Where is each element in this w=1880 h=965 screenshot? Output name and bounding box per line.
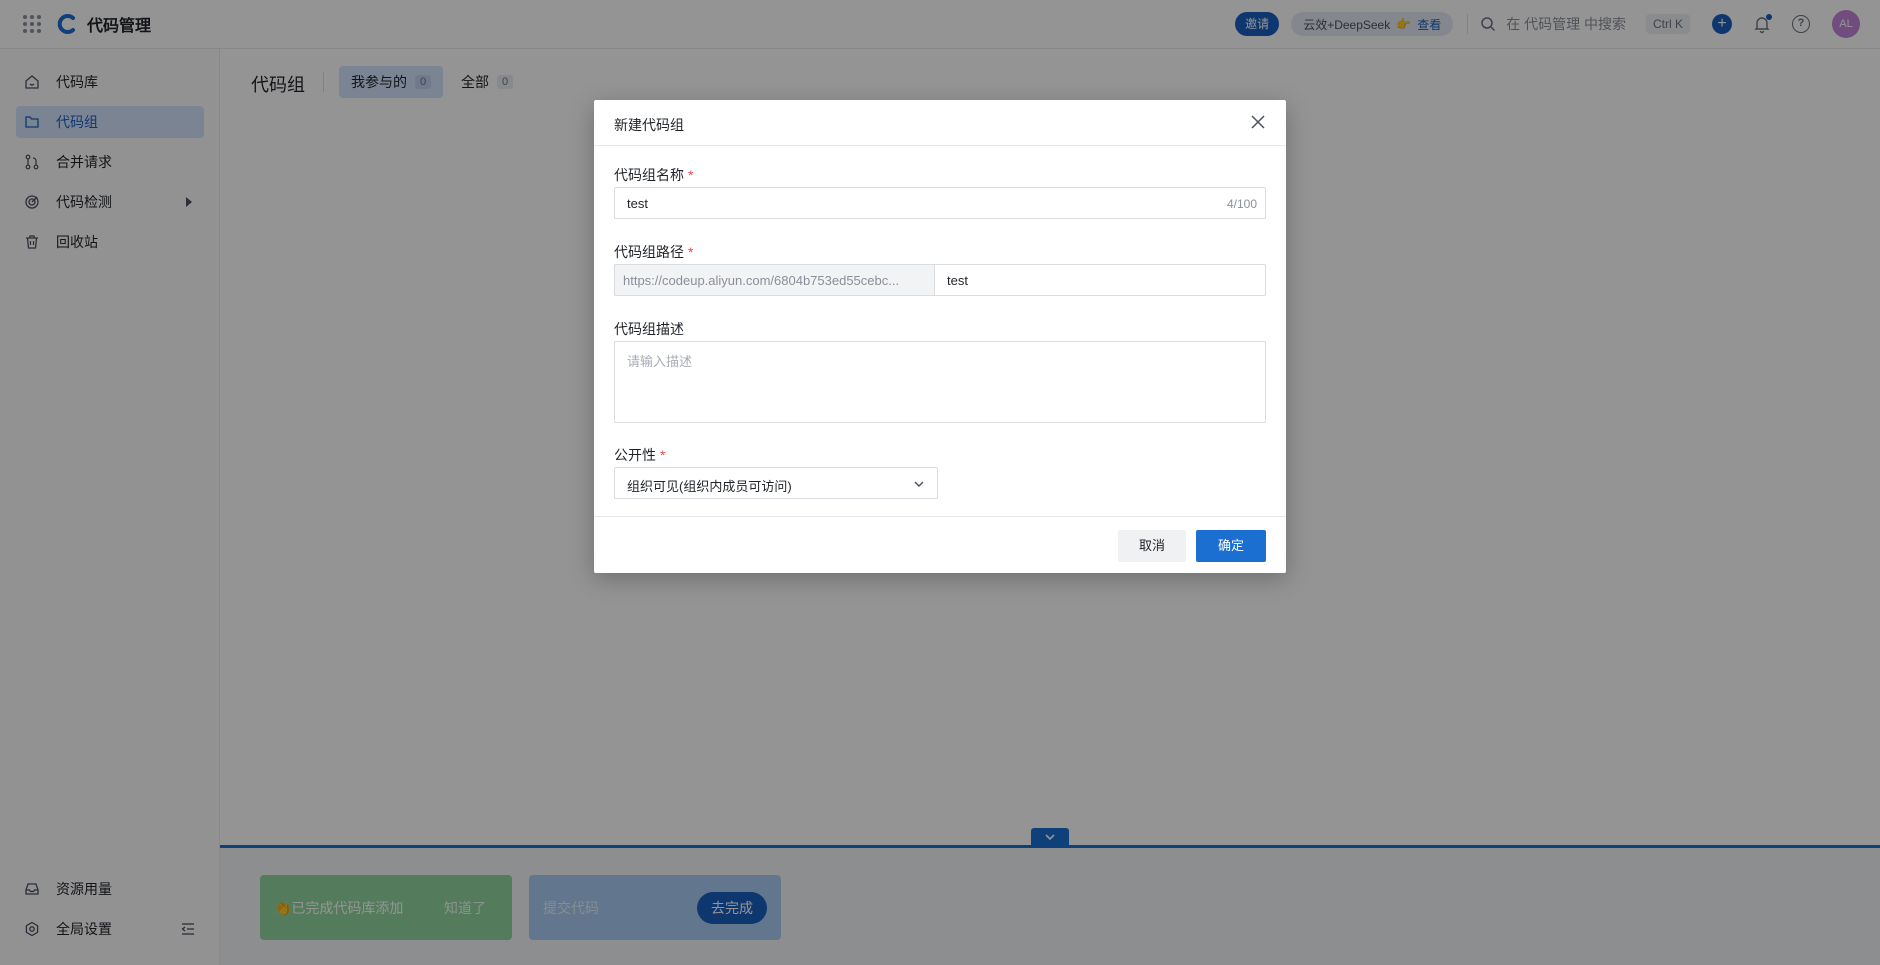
required-mark: *: [688, 167, 694, 183]
visibility-label: 公开性 *: [614, 445, 665, 465]
visibility-label-text: 公开性: [614, 447, 656, 463]
create-group-dialog: 新建代码组 代码组名称 * test 4/100 代码组路径 * https://c…: [594, 100, 1286, 573]
dialog-title: 新建代码组: [614, 117, 684, 133]
group-name-label-text: 代码组名称: [614, 167, 684, 183]
group-path-value: test: [947, 273, 968, 288]
char-counter: 4/100: [1226, 197, 1257, 211]
path-prefix-text: https://codeup.aliyun.com/6804b753ed55ce…: [623, 273, 900, 288]
visibility-value: 组织可见(组织内成员可访问): [627, 479, 792, 494]
dialog-header: 新建代码组: [594, 100, 1286, 146]
visibility-select[interactable]: 组织可见(组织内成员可访问): [614, 467, 938, 499]
group-name-input[interactable]: test 4/100: [614, 187, 1266, 219]
group-name-label: 代码组名称 *: [614, 165, 693, 185]
required-mark: *: [660, 447, 666, 463]
group-path-label: 代码组路径 *: [614, 242, 693, 262]
group-path-prefix: https://codeup.aliyun.com/6804b753ed55ce…: [614, 264, 935, 296]
dialog-footer: 取消 确定: [594, 516, 1286, 573]
group-name-value: test: [627, 196, 648, 211]
chevron-down-icon: [914, 481, 924, 487]
group-desc-textarea[interactable]: 请输入描述: [614, 341, 1266, 423]
confirm-button[interactable]: 确定: [1196, 530, 1266, 562]
group-path-label-text: 代码组路径: [614, 244, 684, 260]
desc-placeholder: 请输入描述: [627, 354, 693, 369]
required-mark: *: [688, 244, 694, 260]
cancel-button[interactable]: 取消: [1118, 530, 1186, 562]
group-desc-label-text: 代码组描述: [614, 321, 684, 337]
close-icon[interactable]: [1248, 112, 1268, 132]
group-desc-label: 代码组描述: [614, 319, 684, 339]
group-path-input[interactable]: test: [934, 264, 1266, 296]
